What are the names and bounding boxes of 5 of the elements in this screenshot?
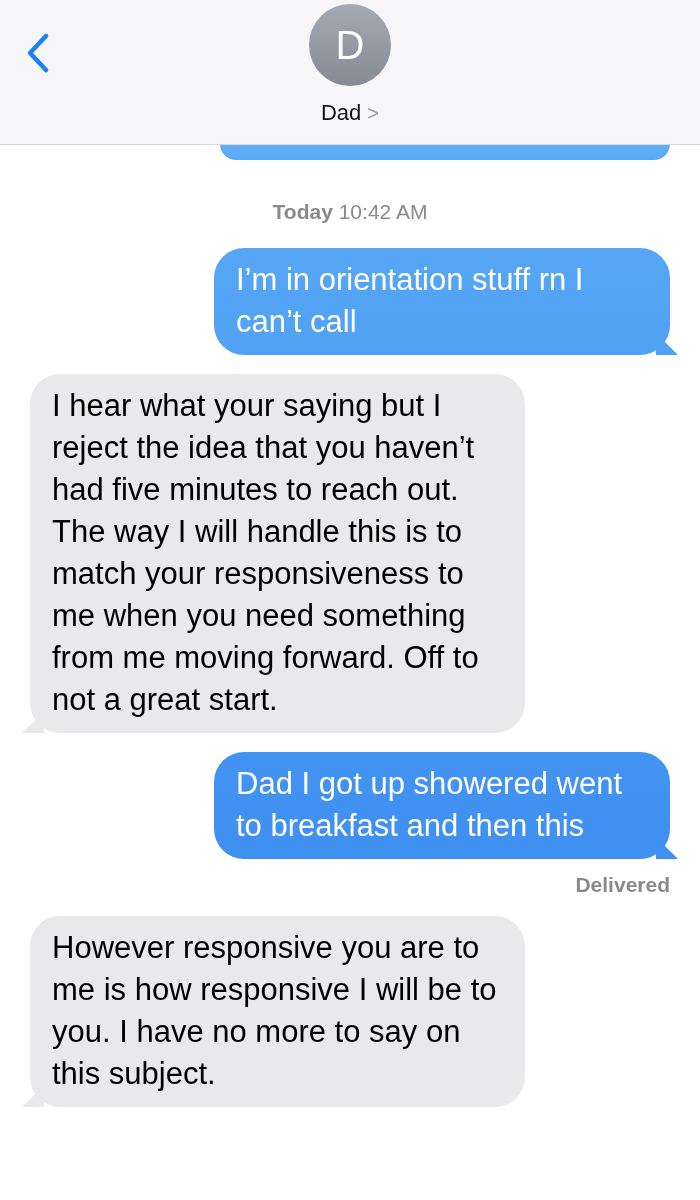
chevron-icon[interactable]: >: [367, 101, 379, 125]
delivery-status: Delivered: [575, 873, 670, 897]
timestamp: Today 10:42 AM: [271, 200, 429, 224]
contact-avatar[interactable]: D: [309, 4, 391, 86]
contact-name[interactable]: Dad: [320, 100, 362, 126]
